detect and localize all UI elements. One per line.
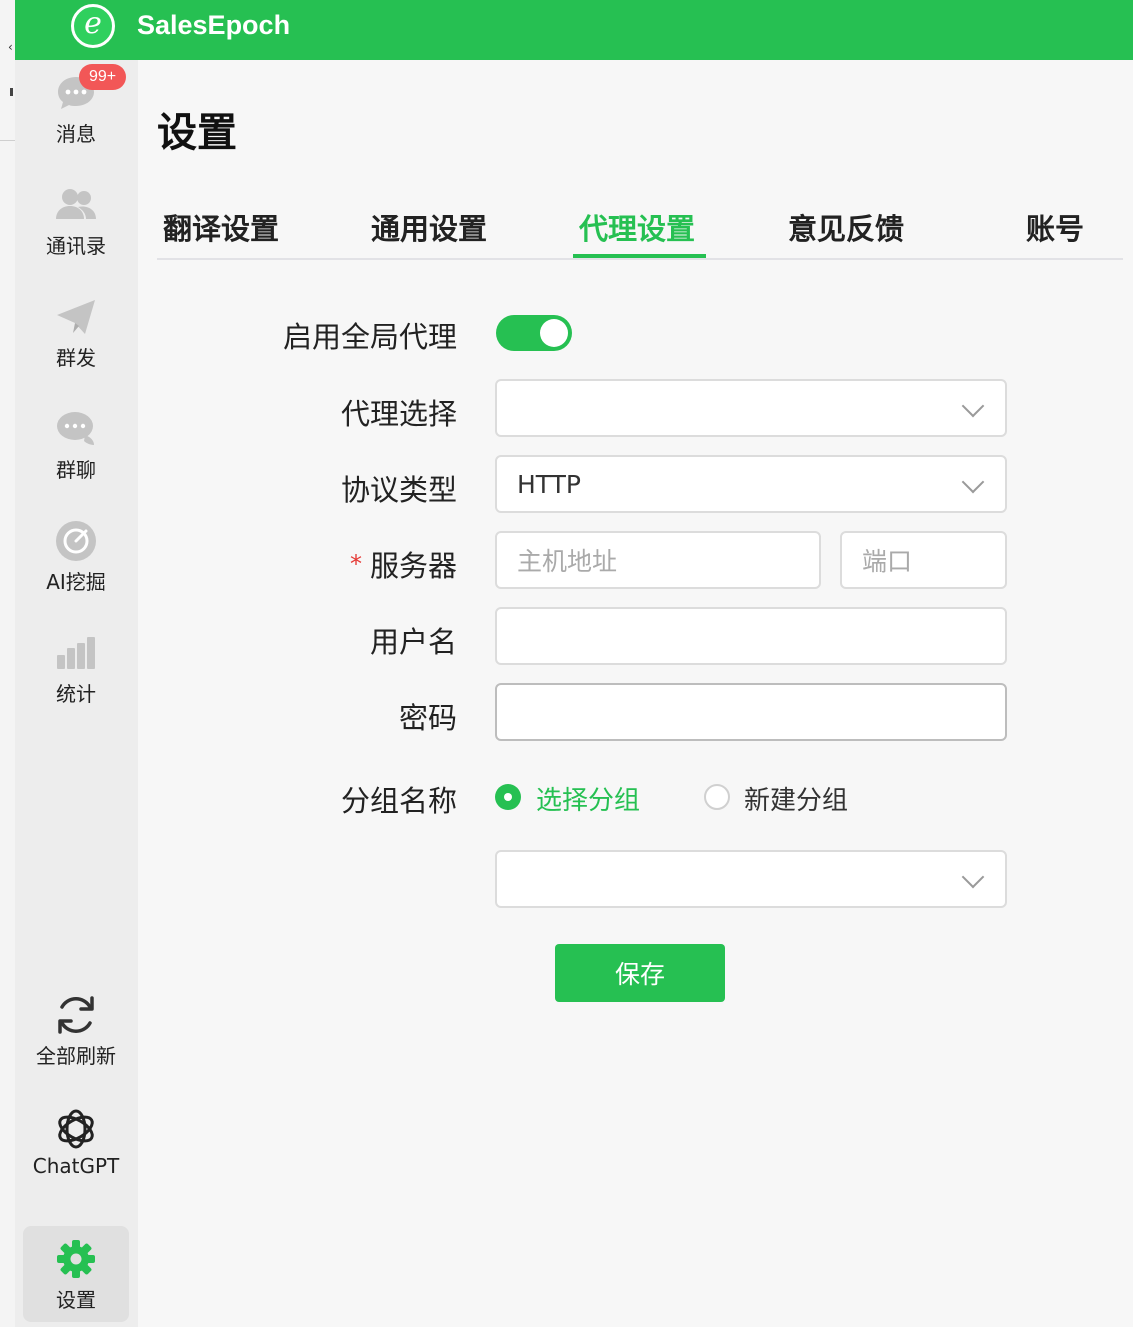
chevron-down-icon bbox=[961, 470, 985, 494]
password-input[interactable] bbox=[495, 683, 1007, 741]
port-input[interactable]: 端口 bbox=[840, 531, 1007, 589]
toggle-knob bbox=[540, 319, 568, 347]
save-button[interactable]: 保存 bbox=[555, 944, 725, 1002]
username-label: 用户名 bbox=[369, 625, 457, 659]
bar-chart-icon bbox=[53, 630, 99, 676]
proxy-select-label: 代理选择 bbox=[340, 397, 457, 431]
active-tab-indicator bbox=[573, 254, 706, 258]
sidebar-item-label: 消息 bbox=[56, 121, 96, 146]
enable-proxy-label: 启用全局代理 bbox=[282, 320, 457, 354]
server-label-text: 服务器 bbox=[369, 549, 457, 583]
app-brand: SalesEpoch bbox=[137, 10, 291, 40]
sidebar-item-label: 统计 bbox=[56, 681, 96, 706]
ai-mining-icon bbox=[53, 518, 99, 564]
sidebar-item-ai-mining[interactable]: AI挖掘 bbox=[23, 508, 129, 604]
chevron-down-icon bbox=[961, 394, 985, 418]
tab-account[interactable]: 账号 bbox=[1026, 206, 1084, 248]
settings-tabs: 翻译设置 通用设置 代理设置 意见反馈 账号 bbox=[157, 192, 1123, 260]
sidebar-item-label: AI挖掘 bbox=[46, 569, 106, 594]
chevron-down-icon bbox=[961, 865, 985, 889]
new-group-radio[interactable] bbox=[704, 784, 730, 810]
sidebar-item-group-chat[interactable]: 群聊 bbox=[23, 396, 129, 492]
proxy-select-dropdown[interactable] bbox=[495, 379, 1007, 437]
unread-badge: 99+ bbox=[79, 64, 127, 90]
sidebar-item-chatgpt[interactable]: ChatGPT bbox=[23, 1094, 129, 1190]
background-window-edge: ‹ bbox=[0, 0, 16, 1327]
sidebar-item-broadcast[interactable]: 群发 bbox=[23, 284, 129, 380]
required-mark: * bbox=[349, 550, 362, 578]
protocol-label: 协议类型 bbox=[340, 473, 457, 507]
sidebar-item-settings[interactable]: 设置 bbox=[23, 1226, 129, 1322]
sidebar-item-label: ChatGPT bbox=[32, 1154, 120, 1178]
port-placeholder: 端口 bbox=[862, 547, 913, 576]
protocol-select-value: HTTP bbox=[517, 469, 581, 499]
page-title: 设置 bbox=[157, 110, 237, 156]
edge-mark bbox=[10, 88, 13, 96]
group-select-dropdown[interactable] bbox=[495, 850, 1007, 908]
tab-feedback[interactable]: 意见反馈 bbox=[788, 206, 904, 248]
group-name-label: 分组名称 bbox=[340, 784, 457, 818]
tab-translation-settings[interactable]: 翻译设置 bbox=[163, 206, 279, 248]
edge-divider bbox=[0, 140, 15, 141]
password-label: 密码 bbox=[398, 701, 457, 735]
sidebar: 消息 99+ 通讯录 群发 群聊 AI挖掘 统计 全部刷新 ChatGPT 设置 bbox=[15, 60, 138, 1327]
refresh-icon bbox=[53, 992, 99, 1038]
sidebar-item-label: 通讯录 bbox=[46, 233, 106, 258]
select-group-radio[interactable] bbox=[495, 784, 521, 810]
sidebar-item-label: 设置 bbox=[56, 1287, 96, 1312]
sidebar-item-contacts[interactable]: 通讯录 bbox=[23, 172, 129, 268]
sidebar-item-label: 群聊 bbox=[56, 457, 96, 482]
group-chat-icon bbox=[53, 406, 99, 452]
contacts-icon bbox=[53, 182, 99, 228]
username-input[interactable] bbox=[495, 607, 1007, 665]
tab-proxy-settings[interactable]: 代理设置 bbox=[579, 206, 695, 248]
host-address-input[interactable]: 主机地址 bbox=[495, 531, 821, 589]
app-logo-icon: e bbox=[71, 4, 115, 48]
sidebar-item-statistics[interactable]: 统计 bbox=[23, 620, 129, 716]
app-header: e SalesEpoch bbox=[15, 0, 1133, 60]
settings-panel: 设置 翻译设置 通用设置 代理设置 意见反馈 账号 启用全局代理 代理选择 协议… bbox=[138, 60, 1133, 1327]
edge-arrow-icon: ‹ bbox=[8, 40, 13, 54]
sidebar-item-label: 全部刷新 bbox=[36, 1043, 116, 1068]
tab-general-settings[interactable]: 通用设置 bbox=[371, 206, 487, 248]
sidebar-item-refresh-all[interactable]: 全部刷新 bbox=[23, 982, 129, 1078]
protocol-select-dropdown[interactable]: HTTP bbox=[495, 455, 1007, 513]
logo-letter: e bbox=[84, 6, 102, 41]
chatgpt-icon bbox=[53, 1106, 99, 1152]
select-group-radio-label[interactable]: 选择分组 bbox=[536, 780, 640, 817]
new-group-radio-label[interactable]: 新建分组 bbox=[744, 780, 848, 817]
gear-icon bbox=[53, 1236, 99, 1282]
host-address-placeholder: 主机地址 bbox=[517, 547, 618, 576]
server-label: * 服务器 bbox=[350, 543, 457, 585]
send-plane-icon bbox=[53, 294, 99, 340]
sidebar-item-messages[interactable]: 消息 99+ bbox=[23, 60, 129, 156]
sidebar-item-label: 群发 bbox=[56, 345, 96, 370]
enable-proxy-toggle[interactable] bbox=[496, 315, 572, 351]
